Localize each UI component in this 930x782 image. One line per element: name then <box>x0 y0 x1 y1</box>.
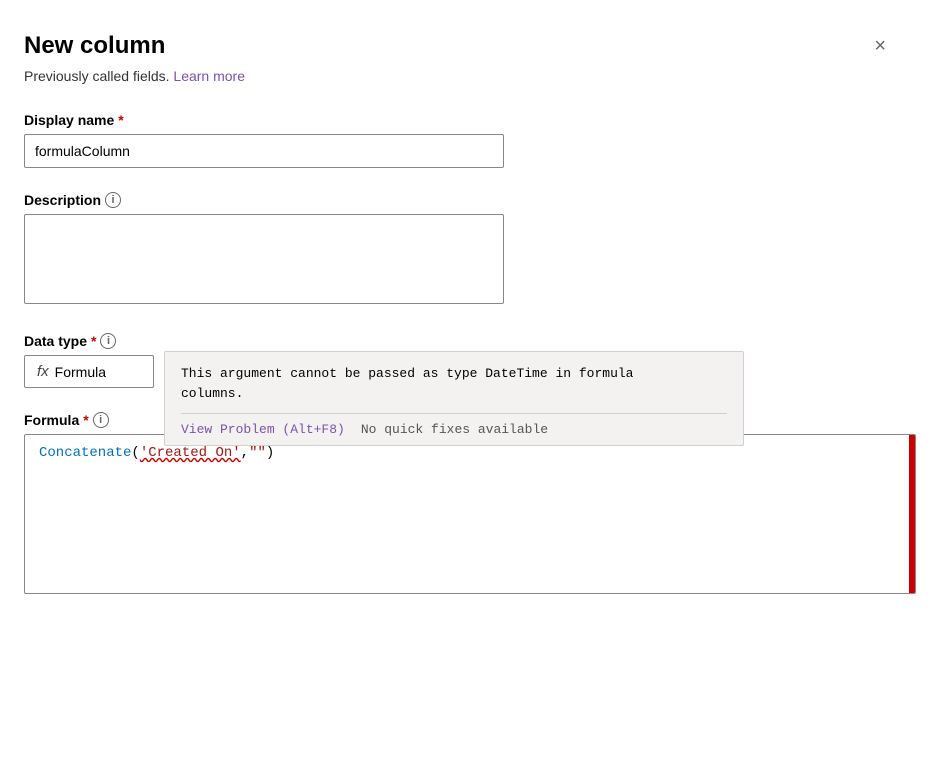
description-info-icon[interactable]: i <box>105 192 121 208</box>
no-fixes-label: No quick fixes available <box>361 422 548 437</box>
close-button[interactable]: × <box>870 32 890 60</box>
formula-arg2: "" <box>249 445 266 461</box>
data-type-label: Data type * i <box>24 333 890 349</box>
new-column-panel: New column × Previously called fields. L… <box>0 0 930 782</box>
formula-editor[interactable]: Concatenate ( 'Created On' , "" ) <box>24 434 916 594</box>
formula-badge[interactable]: fx Formula <box>24 355 154 388</box>
view-problem-button[interactable]: View Problem (Alt+F8) <box>181 422 345 437</box>
panel-title: New column <box>24 32 165 60</box>
tooltip-actions: View Problem (Alt+F8) No quick fixes ava… <box>181 413 727 445</box>
description-input[interactable] <box>24 214 504 304</box>
data-type-info-icon[interactable]: i <box>100 333 116 349</box>
formula-arg1: 'Created On' <box>140 445 241 461</box>
display-name-input[interactable] <box>24 134 504 168</box>
formula-info-icon[interactable]: i <box>93 412 109 428</box>
fx-icon: fx <box>37 363 49 380</box>
display-name-label: Display name * <box>24 112 890 128</box>
data-type-required: * <box>91 333 96 349</box>
formula-close-paren: ) <box>266 445 274 461</box>
display-name-group: Display name * <box>24 112 890 168</box>
formula-open-paren: ( <box>131 445 139 461</box>
formula-type-label: Formula <box>55 364 106 380</box>
display-name-required: * <box>118 112 123 128</box>
learn-more-link[interactable]: Learn more <box>173 68 245 84</box>
description-group: Description i <box>24 192 890 309</box>
data-type-row: fx Formula This argument cannot be passe… <box>24 355 890 388</box>
tooltip-text: This argument cannot be passed as type D… <box>181 364 727 403</box>
formula-required: * <box>83 412 88 428</box>
panel-subtitle: Previously called fields. Learn more <box>24 68 890 84</box>
tooltip-box: This argument cannot be passed as type D… <box>164 351 744 446</box>
formula-code-line: Concatenate ( 'Created On' , "" ) <box>39 445 901 461</box>
data-type-group: Data type * i fx Formula This argument c… <box>24 333 890 388</box>
formula-func: Concatenate <box>39 445 131 461</box>
formula-comma: , <box>241 445 249 461</box>
error-bar <box>909 435 915 593</box>
description-label: Description i <box>24 192 890 208</box>
panel-header: New column × <box>24 32 890 60</box>
